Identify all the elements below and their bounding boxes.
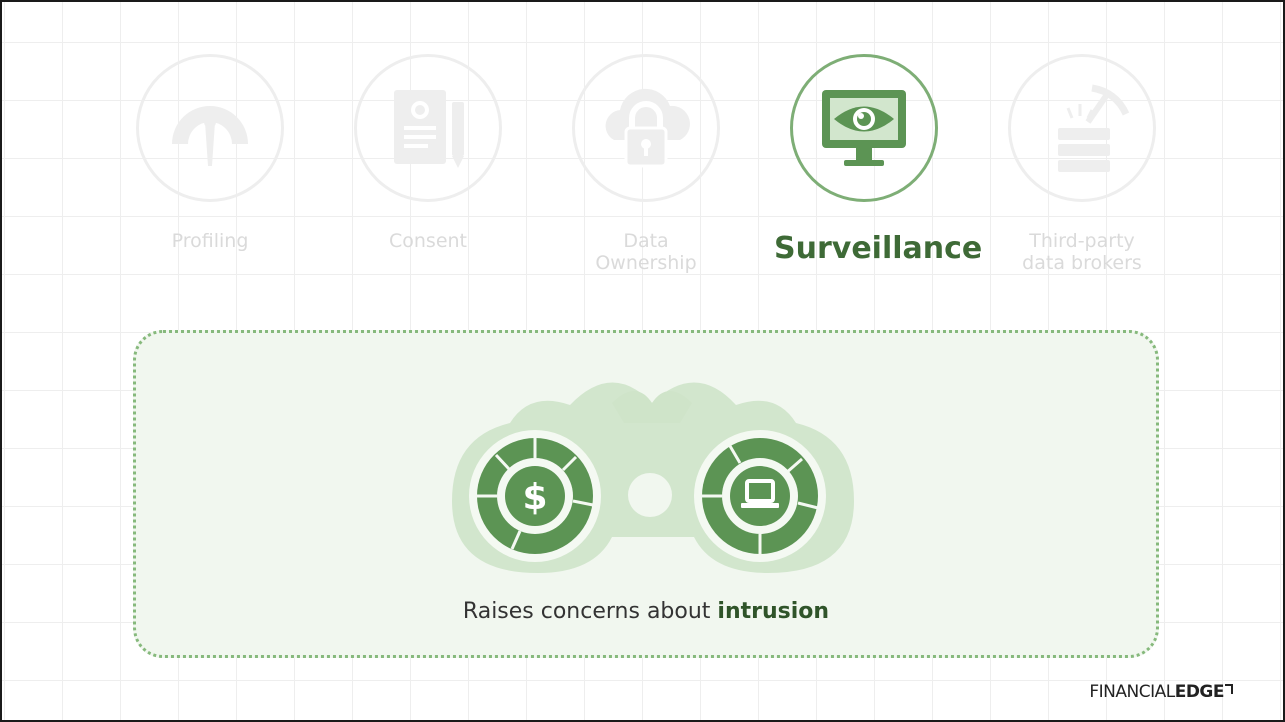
slide: Profiling Consent Data Ownership Surveil… (0, 0, 1285, 722)
topic-label: Profiling (171, 230, 249, 252)
topic-data-ownership: Data Ownership (556, 54, 736, 274)
topic-circle (572, 54, 720, 202)
topic-circle (1008, 54, 1156, 202)
topic-label: Third-party data brokers (1022, 230, 1142, 274)
panel-caption: Raises concerns about intrusion (136, 599, 1156, 624)
topic-circle (354, 54, 502, 202)
binoculars-icon: $ (452, 382, 854, 573)
gauge-icon (172, 105, 248, 166)
topic-label: Data Ownership (595, 230, 697, 274)
topic-circle (136, 54, 284, 202)
logo-part2: EDGE (1174, 682, 1225, 702)
topic-profiling: Profiling (120, 54, 300, 252)
logo-corner-mark (1225, 684, 1233, 694)
topic-label: Consent (388, 230, 467, 252)
financial-edge-logo: FINANCIALEDGE (1089, 682, 1233, 702)
document-pen-icon (394, 90, 464, 168)
detail-panel: $ Raises concerns about intrusion (133, 330, 1159, 658)
topic-label: Surveillance (774, 231, 983, 266)
caption-emphasis: intrusion (717, 599, 830, 624)
monitor-eye-icon (822, 90, 906, 166)
topic-third-party-data-brokers: Third-party data brokers (992, 54, 1172, 274)
caption-text: Raises concerns about (462, 599, 718, 624)
topic-circle (790, 54, 938, 202)
logo-part1: FINANCIAL (1089, 682, 1175, 702)
topic-consent: Consent (338, 54, 518, 252)
svg-text:$: $ (522, 477, 547, 518)
cloud-lock-icon (605, 88, 690, 168)
topic-surveillance: Surveillance (774, 54, 983, 266)
mining-data-icon (1058, 84, 1130, 172)
